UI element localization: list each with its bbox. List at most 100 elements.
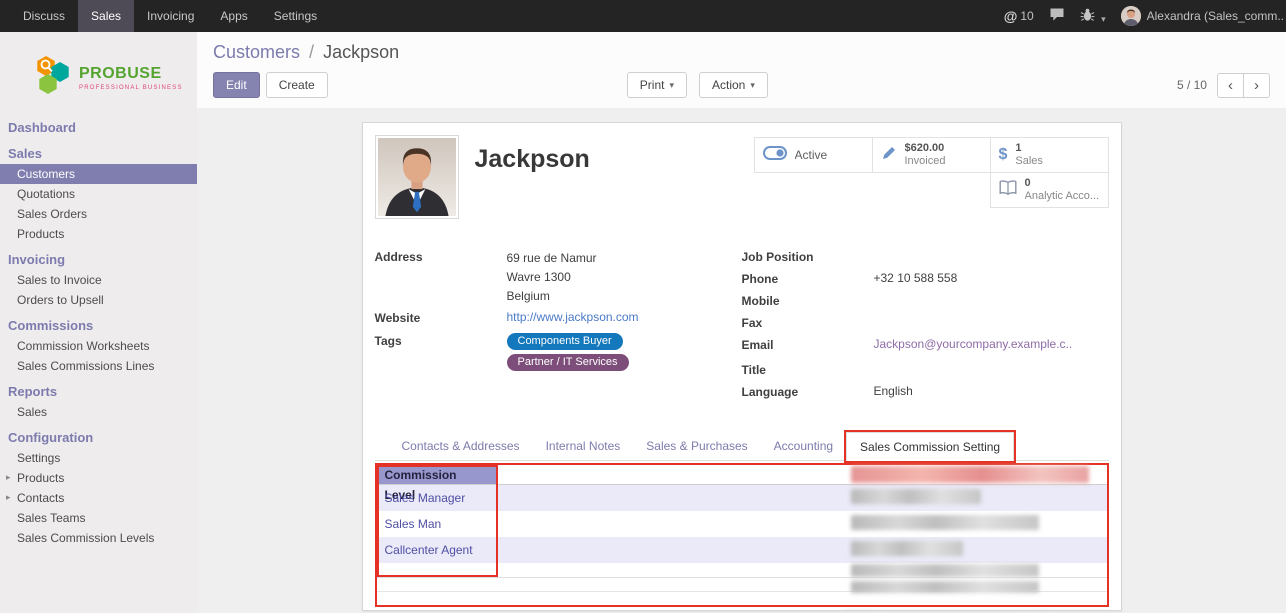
fields-right: Job Position Phone +32 10 588 558 Mobile [742, 249, 1109, 406]
title-label: Title [742, 362, 874, 377]
sidebar: PROBUSE PROFESSIONAL BUSINESS Dashboard … [0, 32, 197, 613]
sidebar-heading-configuration[interactable]: Configuration [0, 427, 197, 448]
commission-level-header-cell[interactable]: Commission Level [377, 465, 497, 484]
topbar-right: @ 10 ▾ [1004, 0, 1286, 32]
sheet-header: Jackpson Active [375, 135, 1109, 231]
menu-sales[interactable]: Sales [78, 0, 134, 32]
sidebar-heading-dashboard[interactable]: Dashboard [0, 117, 197, 138]
logo-title: PROBUSE [79, 66, 183, 82]
mention-count: 10 [1020, 9, 1033, 23]
commission-level-cell[interactable]: Callcenter Agent [377, 537, 497, 563]
tag-badge: Partner / IT Services [507, 354, 629, 371]
row-rest [497, 485, 1107, 511]
sidebar-item-sales-teams[interactable]: Sales Teams [0, 508, 197, 528]
stat-value: 1 [1015, 142, 1043, 155]
email-label: Email [742, 337, 874, 352]
address-label: Address [375, 249, 507, 264]
notebook-tabs: Contacts & Addresses Internal Notes Sale… [375, 432, 1109, 461]
book-icon [999, 180, 1017, 201]
stat-value: 0 [1025, 177, 1100, 190]
row-rest [497, 511, 1107, 537]
empty-row [377, 563, 1107, 577]
bug-icon[interactable]: ▾ [1080, 8, 1106, 25]
website-link[interactable]: http://www.jackpson.com [507, 310, 639, 324]
chevron-down-icon: ▾ [669, 80, 674, 91]
edit-button[interactable]: Edit [213, 72, 260, 98]
action-menus: Print ▾ Action ▾ [627, 72, 768, 98]
control-panel: Customers / Jackpson Edit Create Print ▾… [197, 32, 1286, 108]
sidebar-item-quotations[interactable]: Quotations [0, 184, 197, 204]
mobile-label: Mobile [742, 293, 874, 308]
sidebar-heading-sales[interactable]: Sales [0, 143, 197, 164]
stat-button-invoiced[interactable]: $620.00 Invoiced [872, 137, 991, 173]
stat-buttons: Active $620.00 Invoiced $ [750, 137, 1109, 207]
main-content: Customers / Jackpson Edit Create Print ▾… [197, 32, 1286, 613]
app-screen: Discuss Sales Invoicing Apps Settings @ … [0, 0, 1286, 613]
user-name: Alexandra (Sales_comm.. [1147, 9, 1284, 23]
breadcrumb-customers-link[interactable]: Customers [213, 42, 300, 62]
address-line: Wavre 1300 [507, 268, 597, 287]
sidebar-item-sales-commission-levels[interactable]: Sales Commission Levels [0, 528, 197, 548]
job-position-label: Job Position [742, 249, 874, 264]
sidebar-item-customers[interactable]: Customers [0, 164, 197, 184]
sidebar-item-orders-to-upsell[interactable]: Orders to Upsell [0, 290, 197, 310]
at-icon: @ [1004, 8, 1018, 24]
menu-settings[interactable]: Settings [261, 0, 330, 32]
pager-prev-button[interactable]: ‹ [1217, 73, 1244, 98]
menu-discuss[interactable]: Discuss [10, 0, 78, 32]
sidebar-heading-reports[interactable]: Reports [0, 381, 197, 402]
topbar: Discuss Sales Invoicing Apps Settings @ … [0, 0, 1286, 32]
stat-value: $620.00 [905, 142, 946, 155]
user-avatar [1121, 6, 1141, 26]
sidebar-item-sales-commissions-lines[interactable]: Sales Commissions Lines [0, 356, 197, 376]
stat-button-analytic-accounts[interactable]: 0 Analytic Acco... [990, 172, 1109, 208]
menu-invoicing[interactable]: Invoicing [134, 0, 207, 32]
stat-button-active[interactable]: Active [754, 137, 873, 173]
sidebar-item-products[interactable]: Products [0, 224, 197, 244]
pager-next-button[interactable]: › [1243, 73, 1270, 98]
sidebar-heading-invoicing[interactable]: Invoicing [0, 249, 197, 270]
pager-count: 5 / 10 [1177, 78, 1207, 92]
commission-level-cell[interactable]: Sales Manager [377, 485, 497, 511]
action-button[interactable]: Action ▾ [699, 72, 768, 98]
sidebar-item-settings[interactable]: Settings [0, 448, 197, 468]
stat-label: Active [795, 148, 828, 162]
mentions-indicator[interactable]: @ 10 [1004, 8, 1034, 24]
stat-label: Invoiced [905, 155, 946, 168]
commission-level-cell[interactable]: Sales Man [377, 511, 497, 537]
print-label: Print [640, 78, 665, 92]
sidebar-item-sales-to-invoice[interactable]: Sales to Invoice [0, 270, 197, 290]
create-button[interactable]: Create [266, 72, 328, 98]
address-line: Belgium [507, 287, 597, 306]
sidebar-item-reports-sales[interactable]: Sales [0, 402, 197, 422]
sidebar-item-products-config[interactable]: ▸ Products [0, 468, 197, 488]
app-logo: PROBUSE PROFESSIONAL BUSINESS [0, 32, 197, 117]
record-sheet: Jackpson Active [362, 122, 1122, 611]
record-title: Jackpson [475, 145, 590, 214]
user-menu[interactable]: Alexandra (Sales_comm.. [1121, 6, 1284, 26]
table-row[interactable]: Sales Manager [377, 485, 1107, 511]
expand-caret-icon[interactable]: ▸ [6, 472, 11, 483]
menu-apps[interactable]: Apps [207, 0, 260, 32]
tab-sales-commission-setting[interactable]: Sales Commission Setting [846, 432, 1014, 461]
address-line: 69 rue de Namur [507, 249, 597, 268]
print-button[interactable]: Print ▾ [627, 72, 687, 98]
fax-label: Fax [742, 315, 874, 330]
tab-accounting[interactable]: Accounting [761, 432, 846, 460]
sidebar-item-contacts[interactable]: ▸ Contacts [0, 488, 197, 508]
stat-label: Sales [1015, 155, 1043, 168]
sidebar-item-sales-orders[interactable]: Sales Orders [0, 204, 197, 224]
tab-sales-purchases[interactable]: Sales & Purchases [633, 432, 760, 460]
table-header-row: Commission Level [377, 465, 1107, 485]
tab-internal-notes[interactable]: Internal Notes [533, 432, 634, 460]
expand-caret-icon[interactable]: ▸ [6, 492, 11, 503]
sidebar-item-commission-worksheets[interactable]: Commission Worksheets [0, 336, 197, 356]
table-row[interactable]: Callcenter Agent [377, 537, 1107, 563]
stat-button-sales[interactable]: $ 1 Sales [990, 137, 1109, 173]
email-link[interactable]: Jackpson@yourcompany.example.c.. [874, 337, 1073, 351]
chat-icon[interactable] [1049, 7, 1065, 25]
table-row[interactable]: Sales Man [377, 511, 1107, 537]
tab-contacts-addresses[interactable]: Contacts & Addresses [389, 432, 533, 460]
commission-table: Commission Level Sales Manager Sales Man… [375, 463, 1109, 607]
sidebar-heading-commissions[interactable]: Commissions [0, 315, 197, 336]
